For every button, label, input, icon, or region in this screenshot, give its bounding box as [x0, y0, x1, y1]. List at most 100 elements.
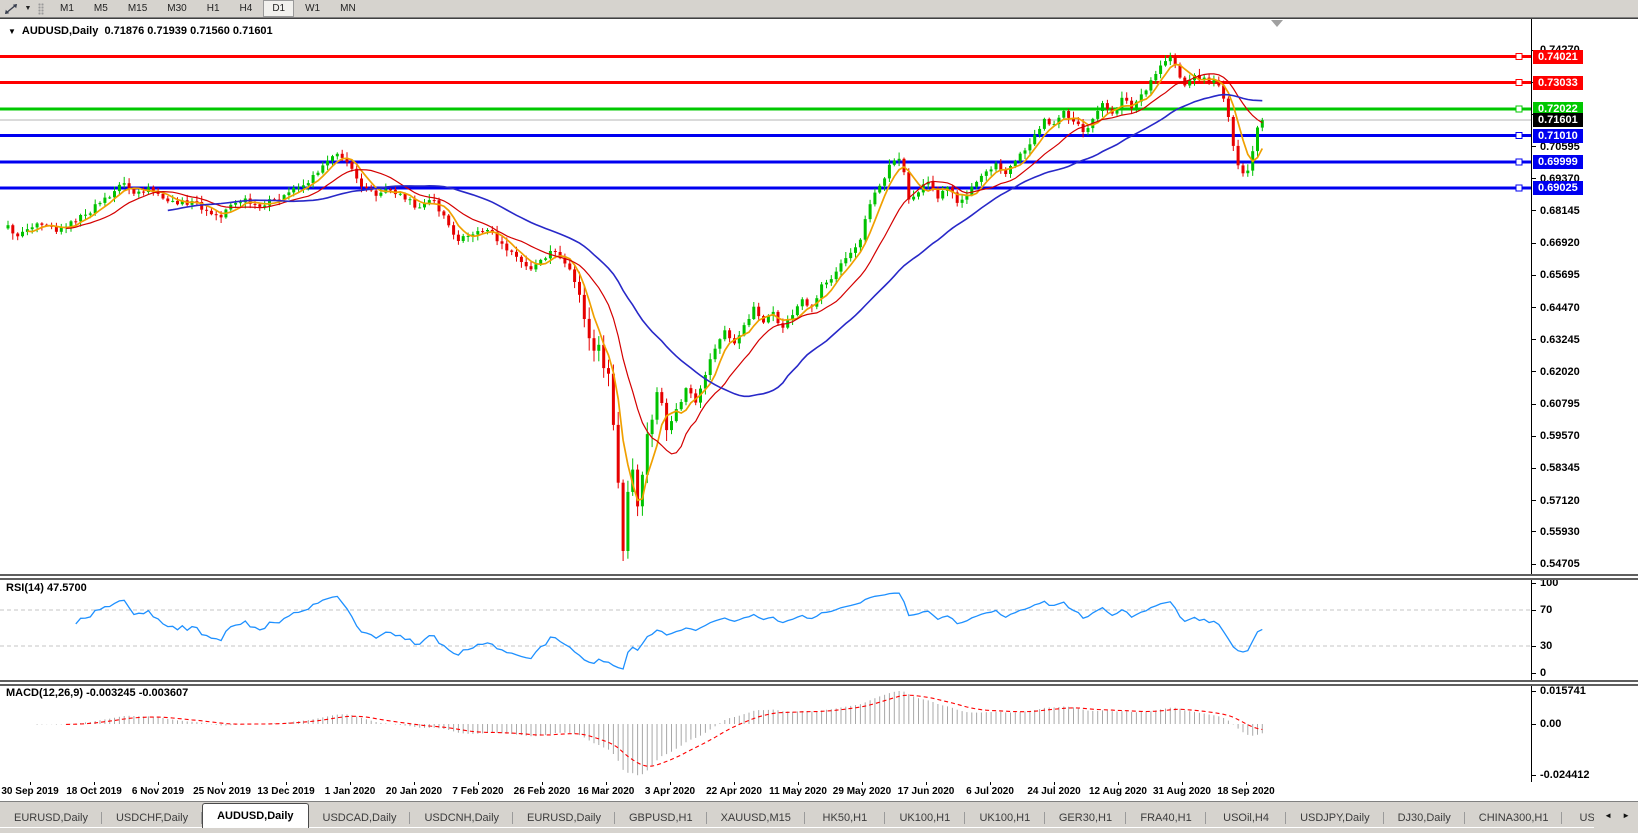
date-label: 3 Apr 2020 [645, 786, 695, 797]
timeframe-button-m30[interactable]: M30 [158, 0, 195, 17]
chart-tab-eurusd-daily[interactable]: EURUSD,Daily [0, 808, 102, 828]
price-chart-canvas[interactable] [0, 19, 1531, 782]
date-tick [1054, 782, 1055, 785]
date-label: 18 Oct 2019 [66, 786, 122, 797]
date-tick [670, 782, 671, 785]
price-level-badge: 0.73033 [1533, 76, 1583, 90]
timeframe-button-h1[interactable]: H1 [198, 0, 229, 17]
tab-scroll-left-icon[interactable]: ◄ [1604, 811, 1612, 820]
date-label: 6 Nov 2019 [132, 786, 184, 797]
chart-title: ▼ AUDUSD,Daily 0.71876 0.71939 0.71560 0.… [8, 25, 273, 37]
price-tick-label: 0.62020 [1532, 366, 1580, 378]
date-tick [990, 782, 991, 785]
date-tick [1182, 782, 1183, 785]
chart-tab-ger30-h1[interactable]: GER30,H1 [1045, 808, 1126, 828]
timeframe-button-m1[interactable]: M1 [51, 0, 83, 17]
timeframe-button-m5[interactable]: M5 [85, 0, 117, 17]
date-label: 6 Jul 2020 [966, 786, 1014, 797]
macd-window-splitter[interactable] [0, 680, 1638, 686]
tab-scroll-right-icon[interactable]: ► [1622, 811, 1630, 820]
chart-ohlc-values: 0.71876 0.71939 0.71560 0.71601 [104, 25, 272, 37]
date-label: 11 May 2020 [769, 786, 827, 797]
price-level-badge: 0.69025 [1533, 181, 1583, 195]
price-tick-label: 0.57120 [1532, 495, 1580, 507]
date-label: 1 Jan 2020 [325, 786, 376, 797]
price-tick-label: 0.64470 [1532, 302, 1580, 314]
date-label: 25 Nov 2019 [193, 786, 251, 797]
rsi-tick-label: 70 [1532, 604, 1552, 616]
chart-tab-dj30-daily[interactable]: DJ30,Daily [1384, 808, 1465, 828]
chart-shift-marker [1271, 20, 1283, 27]
price-level-badge: 0.71601 [1533, 113, 1583, 127]
timeframe-button-h4[interactable]: H4 [231, 0, 262, 17]
chart-tab-usdcnh-daily[interactable]: USDCNH,Daily [410, 808, 513, 828]
chart-tab-usdjpy-daily[interactable]: USDJPY,Daily [1286, 808, 1384, 828]
macd-tick-label: 0.00 [1532, 718, 1561, 730]
date-tick [414, 782, 415, 785]
date-tick [94, 782, 95, 785]
price-tick-label: 0.54705 [1532, 558, 1580, 570]
chart-tab-uk100-h1[interactable]: UK100,H1 [885, 808, 965, 828]
price-tick-label: 0.58345 [1532, 462, 1580, 474]
date-tick [862, 782, 863, 785]
date-tick [926, 782, 927, 785]
rsi-indicator-label: RSI(14) 47.5700 [6, 582, 87, 594]
macd-name: MACD(12,26,9) [6, 687, 83, 699]
date-label: 7 Feb 2020 [452, 786, 503, 797]
price-tick-label: 0.63245 [1532, 334, 1580, 346]
chart-tab-hk50-h1[interactable]: HK50,H1 [805, 808, 885, 828]
timeframe-button-d1[interactable]: D1 [263, 0, 294, 17]
rsi-tick-label: 30 [1532, 640, 1552, 652]
chart-tab-china300-h1[interactable]: CHINA300,H1 [1465, 808, 1563, 828]
price-scale[interactable]: 0.742700.730450.718200.705950.693700.681… [1531, 19, 1638, 782]
date-label: 26 Feb 2020 [514, 786, 571, 797]
chart-tab-usdcad-daily[interactable]: USDCAD,Daily [309, 808, 411, 828]
symbol-dropdown-icon[interactable]: ▼ [8, 27, 16, 36]
chart-tab-gbpusd-h1[interactable]: GBPUSD,H1 [615, 808, 707, 828]
timeframes-toolbar: ▼ M1M5M15M30H1H4D1W1MN [0, 0, 1638, 18]
chart-tab-audusd-daily[interactable]: AUDUSD,Daily [202, 803, 308, 828]
date-label: 16 Mar 2020 [578, 786, 635, 797]
chart-symbol: AUDUSD,Daily [22, 25, 98, 37]
price-level-badge: 0.71010 [1533, 129, 1583, 143]
timeframe-button-m15[interactable]: M15 [119, 0, 156, 17]
chart-tab-usdchf-daily[interactable]: USDCHF,Daily [102, 808, 202, 828]
rsi-current-value: 47.5700 [47, 582, 87, 594]
toolbar-grip[interactable] [38, 3, 44, 15]
date-label: 24 Jul 2020 [1027, 786, 1080, 797]
chart-tab-uk100-h1[interactable]: UK100,H1 [965, 808, 1045, 828]
date-tick [286, 782, 287, 785]
date-label: 29 May 2020 [833, 786, 891, 797]
date-tick [734, 782, 735, 785]
price-level-badge: 0.69999 [1533, 155, 1583, 169]
date-tick [350, 782, 351, 785]
rsi-name: RSI(14) [6, 582, 44, 594]
date-tick [1118, 782, 1119, 785]
rsi-tick-label: 0 [1532, 667, 1546, 679]
time-scale[interactable]: 30 Sep 201918 Oct 20196 Nov 201925 Nov 2… [0, 782, 1638, 801]
date-label: 13 Dec 2019 [257, 786, 314, 797]
timeframe-button-mn[interactable]: MN [331, 0, 365, 17]
chart-tab-fra40-h1[interactable]: FRA40,H1 [1126, 808, 1206, 828]
date-label: 31 Aug 2020 [1153, 786, 1211, 797]
date-label: 22 Apr 2020 [706, 786, 762, 797]
timeframe-button-w1[interactable]: W1 [296, 0, 329, 17]
date-tick [542, 782, 543, 785]
price-tick-label: 0.60795 [1532, 398, 1580, 410]
tab-scroll-arrows: ◄ ► [1594, 803, 1638, 828]
chart-tab-usoil-h4[interactable]: USOil,H4 [1206, 808, 1286, 828]
date-tick [798, 782, 799, 785]
price-tick-label: 0.59570 [1532, 430, 1580, 442]
date-label: 18 Sep 2020 [1217, 786, 1274, 797]
rsi-window-splitter[interactable] [0, 574, 1638, 580]
date-label: 20 Jan 2020 [386, 786, 442, 797]
price-tick-label: 0.68145 [1532, 205, 1580, 217]
chevron-down-icon[interactable]: ▼ [22, 5, 34, 12]
date-tick [606, 782, 607, 785]
chart-window[interactable]: ▼ AUDUSD,Daily 0.71876 0.71939 0.71560 0.… [0, 18, 1638, 783]
chart-tab-eurusd-daily[interactable]: EURUSD,Daily [513, 808, 615, 828]
date-tick [1246, 782, 1247, 785]
chart-tool-icon[interactable] [0, 1, 22, 16]
chart-tab-bar: ◄ ► EURUSD,DailyUSDCHF,DailyAUDUSD,Daily… [0, 801, 1638, 828]
chart-tab-xauusd-m15[interactable]: XAUUSD,M15 [707, 808, 805, 828]
